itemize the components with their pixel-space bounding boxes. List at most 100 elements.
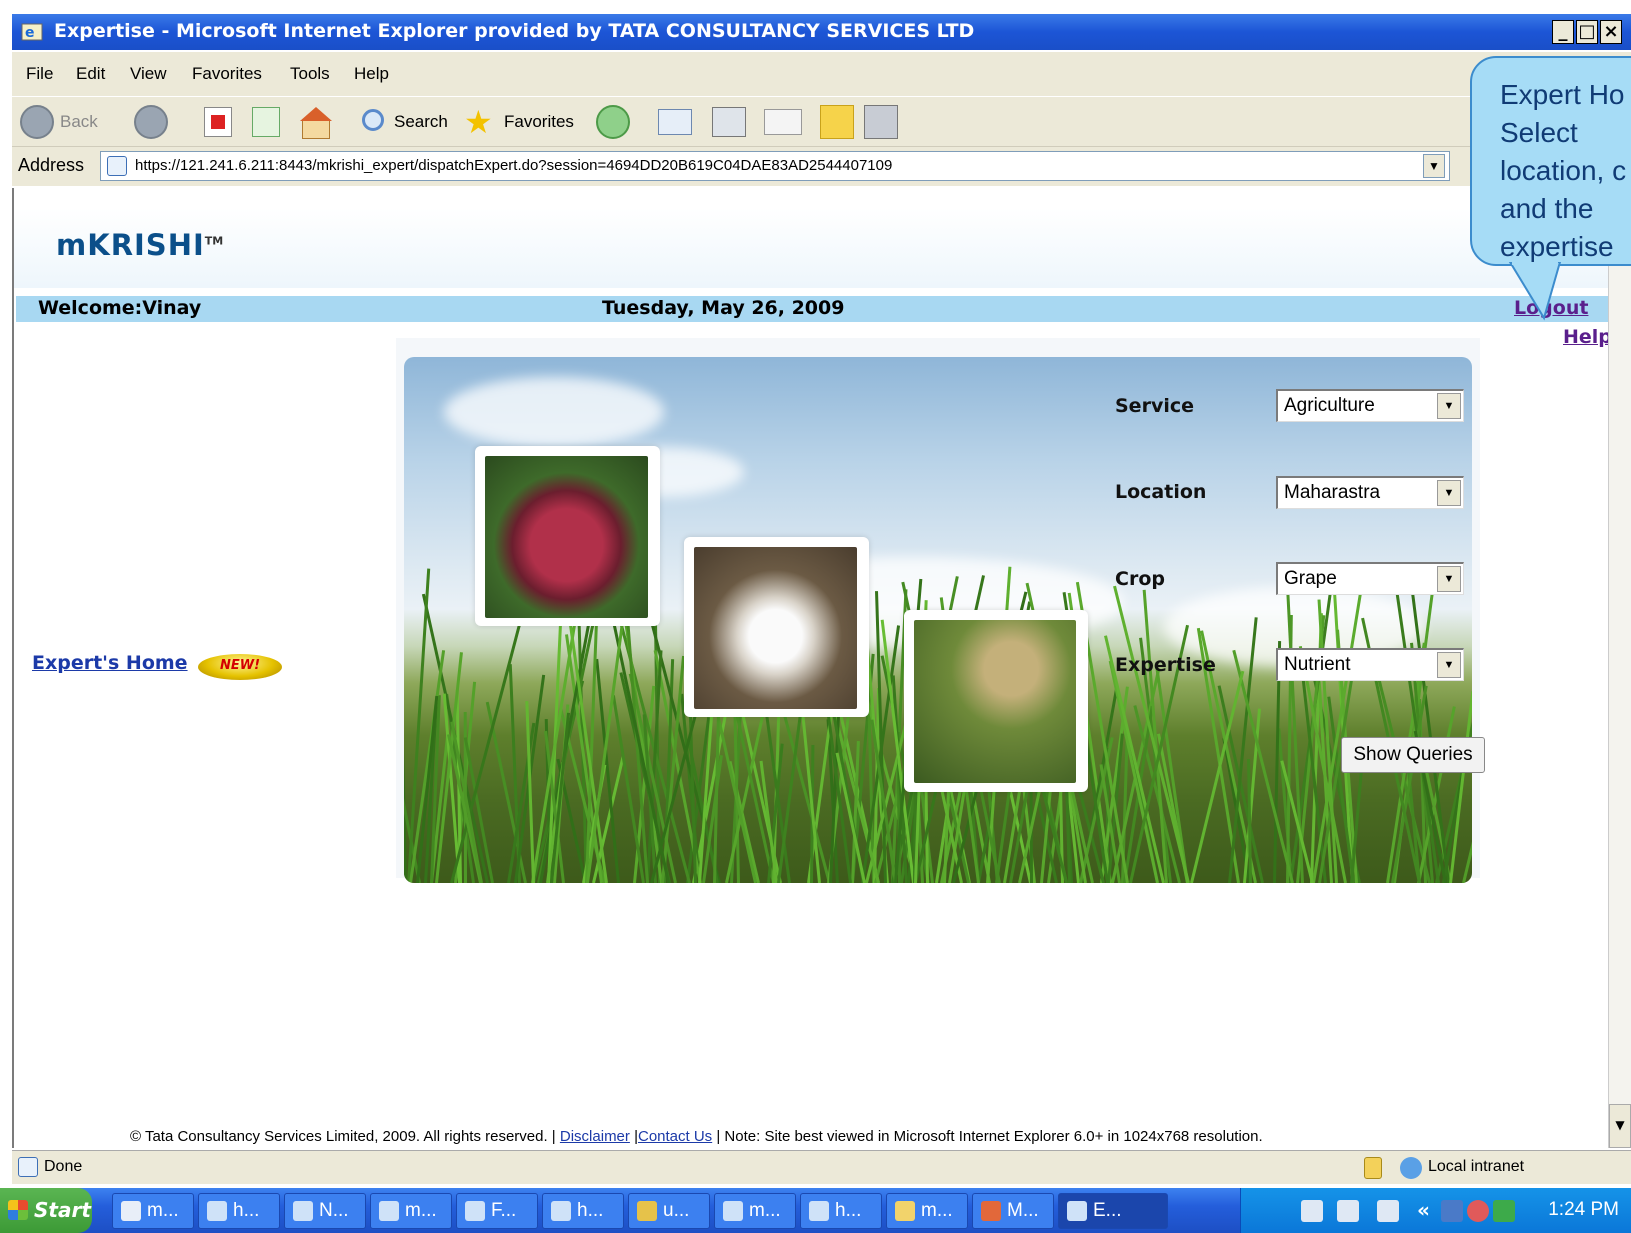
taskbar-item-ie-6[interactable]: m... bbox=[714, 1193, 796, 1229]
cotton-photo bbox=[684, 537, 869, 717]
taskbar-item-ie-7[interactable]: h... bbox=[800, 1193, 882, 1229]
service-label: Service bbox=[1115, 395, 1194, 417]
search-button[interactable]: Search bbox=[358, 103, 458, 141]
taskbar-item-label: M... bbox=[1007, 1200, 1039, 1221]
stop-icon[interactable] bbox=[204, 107, 232, 137]
address-dropdown-icon[interactable]: ▼ bbox=[1423, 154, 1445, 178]
messenger-icon[interactable] bbox=[864, 105, 898, 139]
menu-tools[interactable]: Tools bbox=[290, 64, 330, 84]
print-icon[interactable] bbox=[712, 107, 746, 137]
mkrishi-logo: mKRISHITM bbox=[56, 228, 223, 262]
taskbar-item-label: E... bbox=[1093, 1200, 1122, 1221]
taskbar-item-ie-5[interactable]: h... bbox=[542, 1193, 624, 1229]
grape-photo bbox=[475, 446, 660, 626]
chevron-down-icon: ▼ bbox=[1437, 393, 1461, 419]
expert-home-link[interactable]: Expert's Home bbox=[32, 652, 188, 674]
expertise-value: Nutrient bbox=[1284, 654, 1351, 675]
expertise-select[interactable]: Nutrient ▼ bbox=[1276, 648, 1464, 681]
callout-line-3: location, c bbox=[1500, 155, 1627, 186]
menu-favorites[interactable]: Favorites bbox=[192, 64, 262, 84]
app-tray-icon[interactable] bbox=[1493, 1200, 1515, 1222]
taskbar-item-label: m... bbox=[405, 1200, 437, 1221]
footer-copyright: © Tata Consultancy Services Limited, 200… bbox=[130, 1128, 556, 1145]
taskbar-item-label: h... bbox=[835, 1200, 862, 1221]
ie-icon bbox=[1067, 1201, 1087, 1221]
logo-text: mKRISHI bbox=[56, 228, 205, 262]
location-label: Location bbox=[1115, 481, 1207, 503]
back-label: Back bbox=[60, 112, 98, 131]
taskbar-item-word[interactable]: m... bbox=[112, 1193, 194, 1229]
address-input[interactable]: https://121.241.6.211:8443/mkrishi_exper… bbox=[100, 151, 1450, 181]
screen: e Expertise - Microsoft Internet Explore… bbox=[0, 0, 1631, 1233]
start-label: Start bbox=[34, 1198, 91, 1222]
taskbar-item-powerpoint[interactable]: M... bbox=[972, 1193, 1054, 1229]
taskbar-item-folder[interactable]: m... bbox=[886, 1193, 968, 1229]
lock-icon bbox=[1364, 1157, 1382, 1179]
favorites-button[interactable]: ★ Favorites bbox=[464, 103, 588, 141]
ie-icon bbox=[723, 1201, 743, 1221]
crop-value: Grape bbox=[1284, 568, 1337, 589]
taskbar-item-app[interactable]: u... bbox=[628, 1193, 710, 1229]
service-value: Agriculture bbox=[1284, 395, 1375, 416]
menu-view[interactable]: View bbox=[130, 64, 167, 84]
language-tray-icon[interactable] bbox=[1337, 1200, 1359, 1222]
callout-pointer bbox=[1508, 262, 1562, 321]
network-tray-icon[interactable] bbox=[1441, 1200, 1463, 1222]
header-band bbox=[14, 208, 1610, 288]
new-badge: NEW! bbox=[198, 654, 282, 680]
taskbar-item-ie-active[interactable]: E... bbox=[1058, 1193, 1168, 1229]
home-icon[interactable] bbox=[298, 105, 334, 139]
page-done-icon bbox=[18, 1157, 38, 1177]
location-value: Maharastra bbox=[1284, 482, 1381, 503]
ie-icon bbox=[379, 1201, 399, 1221]
welcome-text: Welcome:Vinay bbox=[38, 297, 202, 319]
intranet-icon bbox=[1400, 1157, 1422, 1179]
minimize-button[interactable]: _ bbox=[1552, 20, 1574, 44]
start-button[interactable]: Start bbox=[0, 1188, 92, 1233]
location-select[interactable]: Maharastra ▼ bbox=[1276, 476, 1464, 509]
forward-icon[interactable] bbox=[134, 105, 168, 139]
disclaimer-link[interactable]: Disclaimer bbox=[560, 1128, 630, 1145]
show-hidden-icons-icon[interactable]: « bbox=[1417, 1198, 1430, 1222]
favorites-label: Favorites bbox=[504, 112, 574, 131]
grass-blade bbox=[404, 666, 407, 883]
discuss-icon[interactable] bbox=[820, 105, 854, 139]
menu-edit[interactable]: Edit bbox=[76, 64, 105, 84]
mail-icon[interactable] bbox=[658, 109, 692, 135]
taskbar-item-ie-2[interactable]: N... bbox=[284, 1193, 366, 1229]
edit-icon[interactable] bbox=[764, 109, 802, 135]
menu-help[interactable]: Help bbox=[354, 64, 389, 84]
status-bar: Done Local intranet bbox=[12, 1150, 1631, 1184]
crop-select[interactable]: Grape ▼ bbox=[1276, 562, 1464, 595]
pen-tray-icon[interactable] bbox=[1301, 1200, 1323, 1222]
chevron-down-icon: ▼ bbox=[1437, 652, 1461, 678]
taskbar-item-label: m... bbox=[147, 1200, 179, 1221]
back-button[interactable]: Back bbox=[20, 103, 130, 141]
service-select[interactable]: Agriculture ▼ bbox=[1276, 389, 1464, 422]
taskbar-item-ie-1[interactable]: h... bbox=[198, 1193, 280, 1229]
cotton-image bbox=[694, 547, 857, 709]
handwriting-tray-icon[interactable] bbox=[1377, 1200, 1399, 1222]
contact-us-link[interactable]: Contact Us bbox=[638, 1128, 712, 1145]
maximize-button[interactable]: □ bbox=[1576, 20, 1598, 44]
taskbar-item-ie-3[interactable]: m... bbox=[370, 1193, 452, 1229]
annotation-callout: Expert Ho Select location, c and the exp… bbox=[1470, 56, 1631, 266]
security-tray-icon[interactable] bbox=[1467, 1200, 1489, 1222]
help-link[interactable]: Help bbox=[1563, 326, 1612, 348]
refresh-icon[interactable] bbox=[252, 107, 280, 137]
close-button[interactable]: × bbox=[1600, 20, 1622, 44]
history-icon[interactable] bbox=[596, 105, 630, 139]
scroll-down-icon[interactable]: ▼ bbox=[1609, 1104, 1631, 1148]
crop-field-photo bbox=[904, 610, 1088, 792]
expertise-label: Expertise bbox=[1115, 654, 1216, 676]
chevron-down-icon: ▼ bbox=[1437, 566, 1461, 592]
address-url: https://121.241.6.211:8443/mkrishi_exper… bbox=[135, 157, 893, 174]
callout-line-5: expertise bbox=[1500, 231, 1614, 262]
menu-file[interactable]: File bbox=[26, 64, 53, 84]
word-icon bbox=[121, 1201, 141, 1221]
vertical-scrollbar[interactable]: ▼ bbox=[1608, 188, 1631, 1148]
taskbar-item-ie-4[interactable]: F... bbox=[456, 1193, 538, 1229]
show-queries-button[interactable]: Show Queries bbox=[1341, 737, 1485, 773]
taskbar-item-label: u... bbox=[663, 1200, 690, 1221]
status-text: Done bbox=[44, 1158, 83, 1175]
